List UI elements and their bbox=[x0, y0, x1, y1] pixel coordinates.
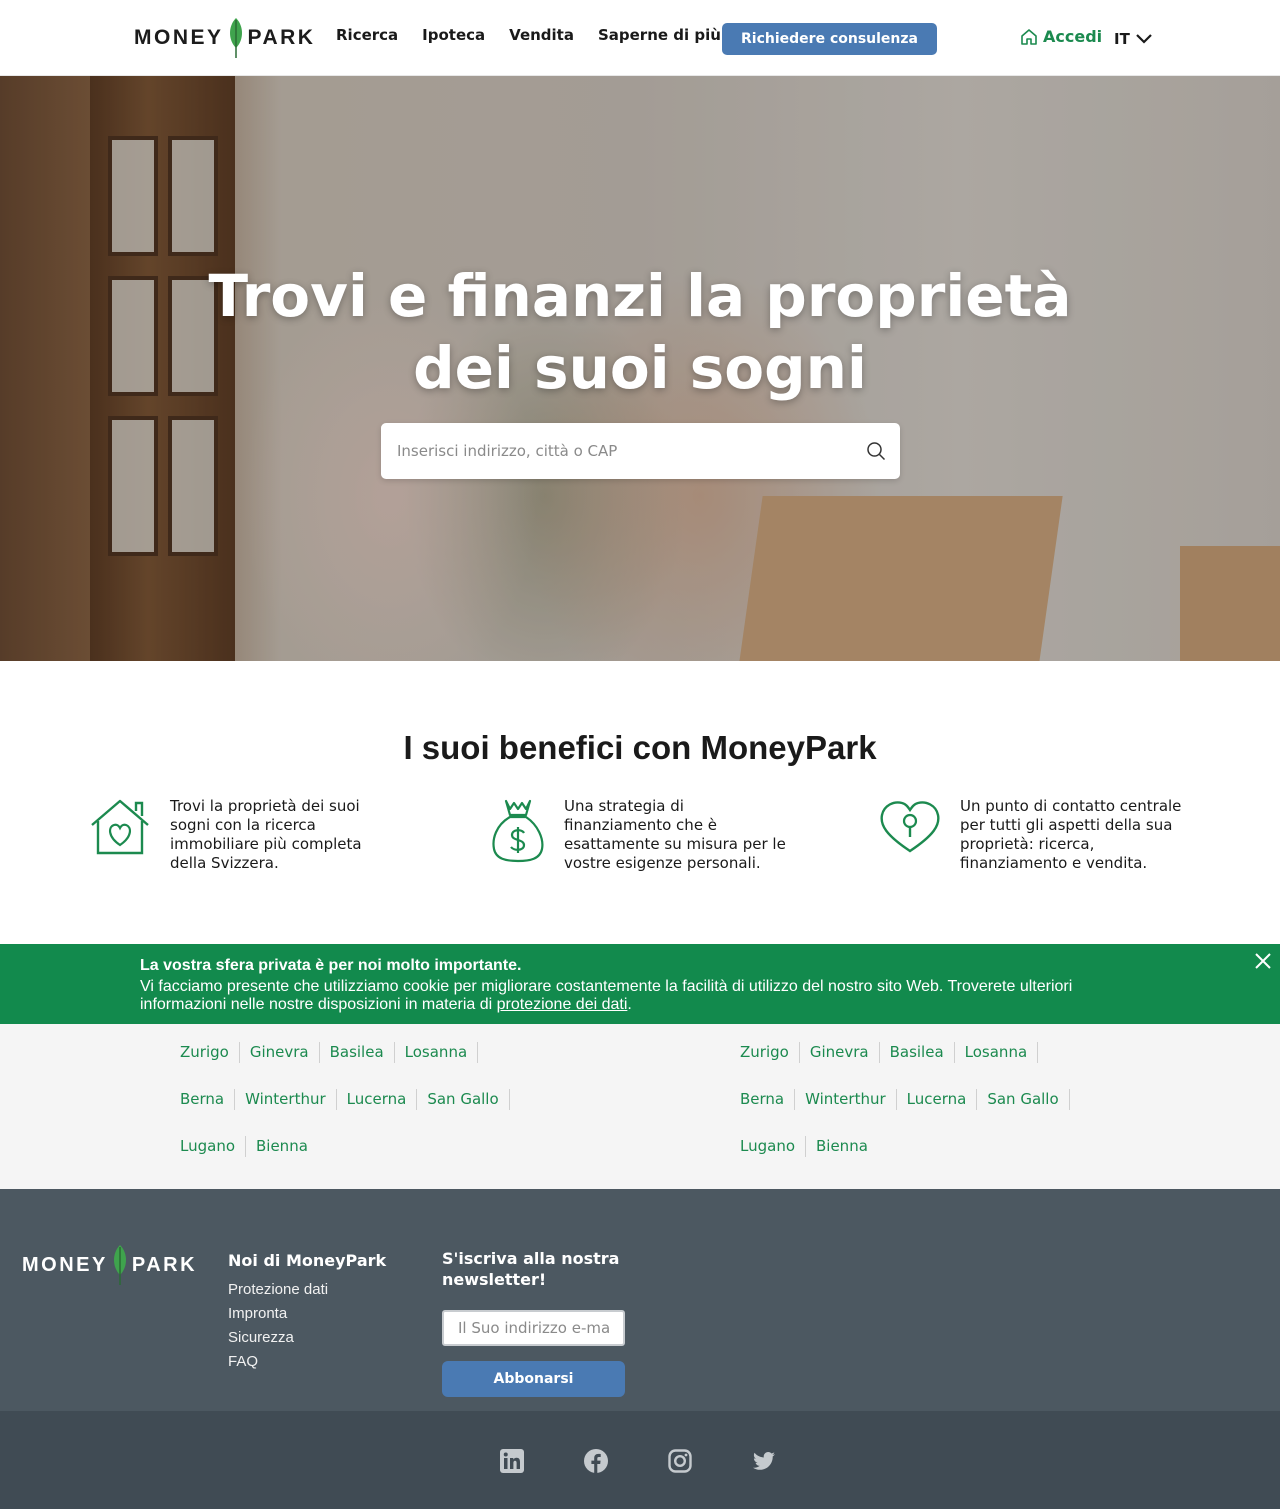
facebook-icon[interactable] bbox=[584, 1449, 608, 1473]
city-link[interactable]: Ginevra bbox=[250, 1042, 320, 1063]
city-link[interactable]: San Gallo bbox=[427, 1089, 510, 1110]
newsletter-form: S'iscriva alla nostra newsletter! Abbona… bbox=[442, 1248, 626, 1397]
leaf-icon bbox=[113, 1245, 126, 1285]
leaf-icon bbox=[229, 18, 242, 58]
site-header: MONEY PARK Ricerca Ipoteca Vendita Saper… bbox=[0, 0, 1280, 76]
cookie-text: Vi facciamo presente che utilizziamo coo… bbox=[140, 978, 1120, 1014]
logo-text-money: MONEY bbox=[22, 1253, 108, 1276]
house-heart-icon bbox=[91, 799, 149, 855]
city-link[interactable]: Ginevra bbox=[810, 1042, 880, 1063]
cookie-end: . bbox=[627, 996, 632, 1013]
benefit-text: Un punto di contatto centrale per tutti … bbox=[960, 797, 1182, 872]
footer-link-security[interactable]: Sicurezza bbox=[228, 1326, 386, 1350]
close-icon[interactable] bbox=[1254, 952, 1272, 970]
hero-title-line-2: dei suoi sogni bbox=[413, 334, 867, 402]
city-link[interactable]: Zurigo bbox=[180, 1042, 240, 1063]
benefit-search: Trovi la proprietà dei suoi sogni con la… bbox=[88, 797, 400, 873]
site-footer: MONEY PARK Noi di MoneyPark Protezione d… bbox=[0, 1189, 1280, 1411]
login-link[interactable]: Accedi bbox=[1020, 27, 1102, 46]
home-icon bbox=[1021, 28, 1037, 45]
search-input[interactable] bbox=[381, 423, 851, 479]
heart-keyhole-icon bbox=[880, 801, 940, 853]
city-list-left: Zurigo Ginevra Basilea Losanna Berna Win… bbox=[180, 1042, 560, 1157]
instagram-icon[interactable] bbox=[668, 1449, 692, 1473]
main-nav: Ricerca Ipoteca Vendita Saperne di più bbox=[336, 26, 721, 44]
footer-col-title: Noi di MoneyPark bbox=[228, 1251, 387, 1270]
city-link[interactable]: Lucerna bbox=[347, 1089, 418, 1110]
city-link[interactable]: Zurigo bbox=[740, 1042, 800, 1063]
nav-saperne-di-piu[interactable]: Saperne di più bbox=[598, 26, 721, 44]
city-link[interactable]: Lucerna bbox=[907, 1089, 978, 1110]
benefits-title: I suoi benefici con MoneyPark bbox=[403, 729, 877, 766]
cities-section: Zurigo Ginevra Basilea Losanna Berna Win… bbox=[0, 1024, 1280, 1189]
city-link[interactable]: San Gallo bbox=[987, 1089, 1070, 1110]
city-link[interactable]: Winterthur bbox=[245, 1089, 337, 1110]
footer-links: Noi di MoneyPark Protezione dati Impront… bbox=[228, 1251, 386, 1374]
city-link[interactable]: Losanna bbox=[405, 1042, 479, 1063]
hero-section: Trovi e finanzi la proprietà dei suoi so… bbox=[0, 76, 1280, 661]
footer-link-faq[interactable]: FAQ bbox=[228, 1350, 386, 1374]
twitter-icon[interactable] bbox=[752, 1449, 776, 1473]
language-label: IT bbox=[1114, 30, 1130, 48]
cookie-banner: La vostra sfera privata è per noi molto … bbox=[0, 944, 1280, 1024]
logo-text-park: PARK bbox=[247, 26, 316, 49]
privacy-link[interactable]: protezione dei dati bbox=[497, 996, 628, 1013]
language-selector[interactable]: IT bbox=[1114, 30, 1152, 48]
property-search bbox=[381, 423, 900, 479]
newsletter-title: S'iscriva alla nostra newsletter! bbox=[442, 1249, 620, 1289]
city-link[interactable]: Bienna bbox=[816, 1136, 878, 1157]
city-link[interactable]: Berna bbox=[740, 1089, 796, 1110]
moneypark-logo[interactable]: MONEY PARK bbox=[134, 16, 315, 60]
hero-title: Trovi e finanzi la proprietà dei suoi so… bbox=[0, 260, 1280, 404]
city-link[interactable]: Basilea bbox=[330, 1042, 395, 1063]
newsletter-email-input[interactable] bbox=[442, 1310, 625, 1346]
footer-link-privacy[interactable]: Protezione dati bbox=[228, 1278, 386, 1302]
linkedin-icon[interactable] bbox=[500, 1449, 524, 1473]
city-link[interactable]: Basilea bbox=[890, 1042, 955, 1063]
nav-ricerca[interactable]: Ricerca bbox=[336, 26, 398, 44]
cookie-title: La vostra sfera privata è per noi molto … bbox=[140, 957, 522, 974]
city-link[interactable]: Berna bbox=[180, 1089, 236, 1110]
chevron-down-icon bbox=[1136, 34, 1152, 44]
benefit-text: Trovi la proprietà dei suoi sogni con la… bbox=[170, 797, 362, 872]
footer-link-imprint[interactable]: Impronta bbox=[228, 1302, 386, 1326]
nav-ipoteca[interactable]: Ipoteca bbox=[422, 26, 485, 44]
search-icon[interactable] bbox=[866, 441, 886, 461]
benefit-financing: Una strategia di finanziamento che è esa… bbox=[486, 797, 794, 873]
nav-vendita[interactable]: Vendita bbox=[509, 26, 574, 44]
request-consultation-button[interactable]: Richiedere consulenza bbox=[722, 23, 937, 55]
social-bar bbox=[0, 1411, 1280, 1509]
city-link[interactable]: Bienna bbox=[256, 1136, 318, 1157]
subscribe-button[interactable]: Abbonarsi bbox=[442, 1361, 625, 1397]
logo-text-money: MONEY bbox=[134, 26, 224, 49]
city-link[interactable]: Lugano bbox=[180, 1136, 246, 1157]
footer-logo[interactable]: MONEY PARK bbox=[22, 1243, 197, 1287]
city-link[interactable]: Lugano bbox=[740, 1136, 806, 1157]
benefit-contact: Un punto di contatto centrale per tutti … bbox=[878, 797, 1185, 873]
login-label: Accedi bbox=[1043, 27, 1103, 46]
hero-title-line-1: Trovi e finanzi la proprietà bbox=[208, 262, 1072, 330]
money-bag-icon bbox=[492, 799, 544, 863]
logo-text-park: PARK bbox=[131, 1253, 198, 1276]
social-links bbox=[500, 1449, 776, 1473]
city-list-right: Zurigo Ginevra Basilea Losanna Berna Win… bbox=[740, 1042, 1120, 1157]
city-link[interactable]: Winterthur bbox=[805, 1089, 897, 1110]
benefit-text: Una strategia di finanziamento che è esa… bbox=[564, 797, 786, 872]
city-link[interactable]: Losanna bbox=[965, 1042, 1039, 1063]
